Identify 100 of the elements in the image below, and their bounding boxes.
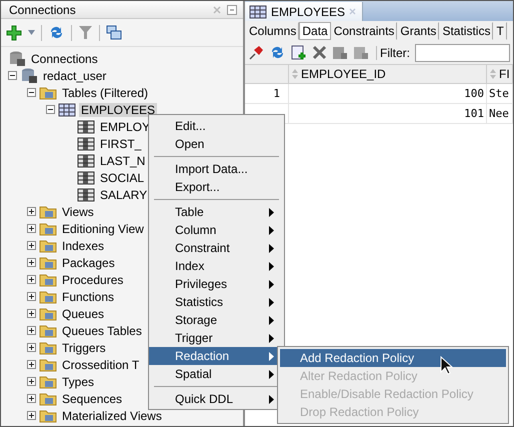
- sort-icon: [292, 69, 298, 79]
- tree-item[interactable]: Types: [60, 374, 96, 388]
- windows-icon[interactable]: [106, 25, 122, 40]
- table-icon: [58, 102, 76, 116]
- tab-label: EMPLOYEES: [271, 4, 346, 18]
- folder-icon: [39, 221, 57, 236]
- table-cell: 100: [289, 84, 487, 104]
- menu-item[interactable]: Table: [149, 203, 284, 221]
- expand-icon[interactable]: [27, 258, 36, 267]
- commit-icon[interactable]: [332, 44, 348, 60]
- tree-item[interactable]: FIRST_: [98, 136, 144, 150]
- folder-icon: [39, 374, 57, 389]
- add-row-icon[interactable]: [291, 44, 307, 60]
- add-icon[interactable]: [6, 24, 22, 40]
- menu-item[interactable]: Statistics: [149, 293, 284, 311]
- sub-tab[interactable]: T: [493, 22, 507, 40]
- folder-icon: [39, 238, 57, 253]
- sub-tab[interactable]: Data: [299, 22, 331, 40]
- folder-icon: [39, 255, 57, 270]
- menu-item[interactable]: Constraint: [149, 239, 284, 257]
- delete-icon[interactable]: [312, 45, 327, 60]
- menu-item[interactable]: Add Redaction Policy: [280, 349, 506, 367]
- column-icon: [77, 120, 95, 134]
- sub-tab[interactable]: Statistics: [439, 22, 494, 40]
- expand-icon[interactable]: [27, 241, 36, 250]
- column-header[interactable]: EMPLOYEE_ID: [289, 65, 487, 84]
- sub-tab[interactable]: Grants: [397, 22, 440, 40]
- refresh-icon[interactable]: [48, 24, 65, 41]
- column-icon: [77, 154, 95, 168]
- expand-icon[interactable]: [27, 411, 36, 420]
- folder-icon: [39, 357, 57, 372]
- minimize-icon[interactable]: [227, 4, 237, 14]
- menu-item[interactable]: Privileges: [149, 275, 284, 293]
- table-icon: [249, 4, 267, 18]
- filter-field[interactable]: [415, 44, 510, 62]
- tree-item[interactable]: Procedures: [60, 272, 126, 286]
- row-header: 1: [245, 84, 289, 104]
- menu-item[interactable]: Column: [149, 221, 284, 239]
- tree-item[interactable]: SALARY: [98, 188, 150, 202]
- caret-icon[interactable]: [28, 30, 35, 35]
- menu-item[interactable]: Storage: [149, 311, 284, 329]
- tree-item[interactable]: LAST_N: [98, 154, 148, 168]
- folder-icon: [39, 306, 57, 321]
- expand-icon[interactable]: [27, 275, 36, 284]
- rollback-icon[interactable]: [353, 44, 369, 60]
- menu-item[interactable]: Export...: [149, 178, 284, 196]
- cursor-icon: [440, 356, 453, 375]
- column-icon: [77, 136, 95, 150]
- expand-icon[interactable]: [27, 377, 36, 386]
- pin-icon[interactable]: [248, 44, 264, 60]
- tree-item[interactable]: Crossedition T: [60, 358, 142, 372]
- column-icon: [77, 188, 95, 202]
- filter-icon[interactable]: [78, 25, 93, 40]
- tree-item[interactable]: Sequences: [60, 392, 124, 406]
- table-cell: Nee: [487, 104, 513, 124]
- column-header[interactable]: FI: [487, 65, 513, 84]
- filter-label: Filter:: [376, 46, 410, 60]
- expand-icon[interactable]: [27, 207, 36, 216]
- column-icon: [77, 170, 95, 184]
- expand-icon[interactable]: [27, 309, 36, 318]
- folder-icon: [39, 391, 57, 406]
- menu-item[interactable]: Open: [149, 135, 284, 153]
- tree-item[interactable]: Triggers: [60, 340, 108, 354]
- tree-item[interactable]: Queues: [60, 306, 106, 320]
- tree-item[interactable]: Functions: [60, 290, 116, 304]
- expand-icon[interactable]: [27, 394, 36, 403]
- collapse-icon[interactable]: [27, 88, 36, 97]
- tree-item[interactable]: Tables (Filtered): [60, 86, 150, 100]
- expand-icon[interactable]: [27, 326, 36, 335]
- menu-item[interactable]: Trigger: [149, 329, 284, 347]
- folder-icon: [39, 340, 57, 355]
- tree-item[interactable]: Materialized Views: [60, 408, 164, 422]
- tree-item[interactable]: redact_user: [41, 68, 108, 82]
- collapse-icon[interactable]: [8, 71, 17, 80]
- folder-icon: [39, 85, 57, 100]
- sub-tab[interactable]: Constraints: [330, 22, 398, 40]
- tree-item[interactable]: Connections: [29, 52, 100, 66]
- expand-icon[interactable]: [27, 360, 36, 369]
- menu-item[interactable]: Import Data...: [149, 160, 284, 178]
- folder-icon: [39, 408, 57, 423]
- expand-icon[interactable]: [27, 343, 36, 352]
- tree-item[interactable]: SOCIAL: [98, 170, 146, 184]
- expand-icon[interactable]: [27, 224, 36, 233]
- folder-icon: [39, 323, 57, 338]
- refresh-icon[interactable]: [269, 44, 286, 61]
- sort-icon: [490, 69, 496, 79]
- tree-item[interactable]: Indexes: [60, 238, 106, 252]
- menu-item[interactable]: Index: [149, 257, 284, 275]
- collapse-icon[interactable]: [46, 105, 55, 114]
- expand-icon[interactable]: [27, 292, 36, 301]
- tree-item[interactable]: Views: [60, 204, 96, 218]
- tree-item[interactable]: Packages: [60, 256, 117, 270]
- submenu-arrow-icon: [269, 394, 274, 404]
- tree-item[interactable]: Queues Tables: [60, 324, 144, 338]
- panel-title: Connections: [9, 2, 77, 16]
- folder-icon: [39, 272, 57, 287]
- tree-item[interactable]: Editioning View: [60, 222, 146, 236]
- database-icon: [8, 50, 26, 66]
- tree-item[interactable]: EMPLOYEES: [79, 102, 158, 116]
- editor-tab[interactable]: EMPLOYEES: [245, 2, 364, 21]
